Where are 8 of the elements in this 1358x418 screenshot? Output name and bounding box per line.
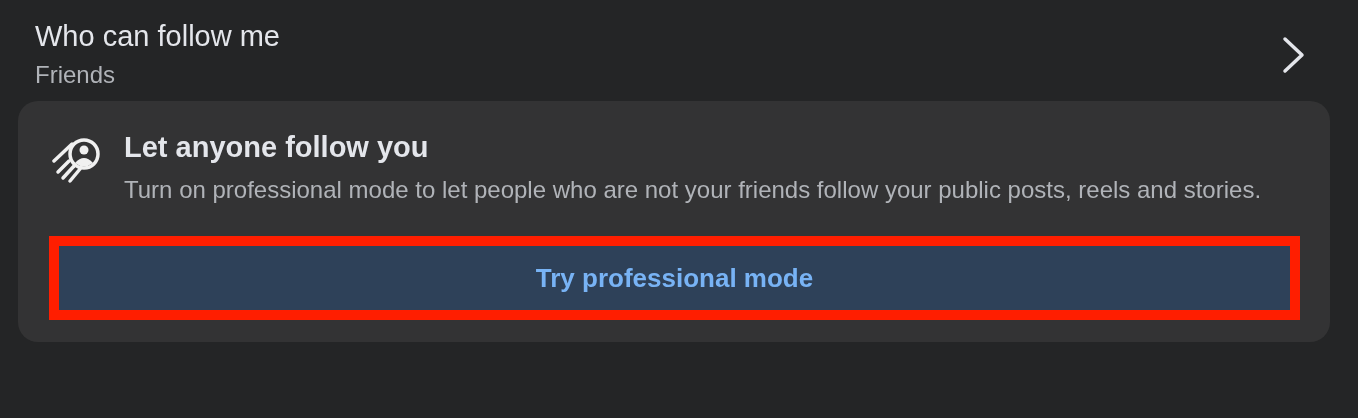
chevron-icon — [1282, 35, 1306, 74]
promo-title: Let anyone follow you — [124, 131, 430, 164]
setting-title: Who can follow me — [35, 20, 280, 53]
promo-description: Turn on professional mode to let people who are not your friends follow your public posts, reels and stories. — [124, 175, 1262, 205]
person-speed-icon — [52, 137, 102, 185]
try-professional-mode-button[interactable]: Try professional mode — [59, 246, 1290, 310]
setting-row[interactable]: Who can follow me Friends — [18, 18, 1330, 101]
setting-value: Friends — [35, 61, 117, 89]
